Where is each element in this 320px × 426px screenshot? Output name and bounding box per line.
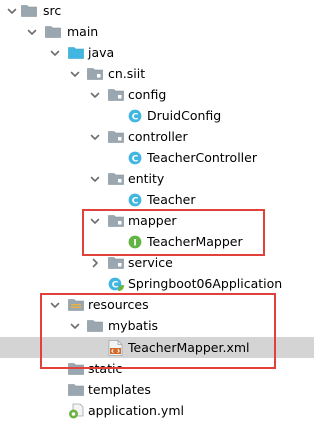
- tree-item-label: resources: [88, 297, 149, 312]
- spring-boot-class-icon: C: [107, 273, 125, 294]
- tree-item-static[interactable]: static: [0, 358, 314, 379]
- tree-item-label: java: [88, 45, 115, 60]
- tree-item-label: TeacherMapper.xml: [128, 340, 250, 355]
- tree-item-label: TeacherController: [147, 150, 257, 165]
- tree-item-label: main: [67, 24, 99, 39]
- tree-item-springboot06application[interactable]: C Springboot06Application: [0, 273, 314, 294]
- tree-item-label: Springboot06Application: [128, 276, 283, 291]
- tree-item-label: mapper: [128, 213, 177, 228]
- tree-item-controller[interactable]: controller: [0, 126, 314, 147]
- tree-item-label: static: [88, 361, 123, 376]
- folder-icon: [44, 21, 62, 42]
- package-icon: [86, 63, 104, 84]
- chevron-down-icon[interactable]: [89, 168, 101, 189]
- tree-item-label: controller: [128, 129, 188, 144]
- tree-item-teachercontroller[interactable]: C TeacherController: [0, 147, 314, 168]
- chevron-down-icon[interactable]: [49, 42, 61, 63]
- chevron-down-icon[interactable]: [89, 126, 101, 147]
- chevron-down-icon[interactable]: [49, 294, 61, 315]
- tree-item-mapper[interactable]: mapper: [0, 210, 314, 231]
- package-icon: [107, 210, 125, 231]
- chevron-right-icon[interactable]: [89, 252, 101, 273]
- tree-item-label: entity: [128, 171, 165, 186]
- svg-text:I: I: [133, 238, 136, 248]
- tree-item-src[interactable]: src: [0, 0, 314, 21]
- tree-item-label: cn.siit: [108, 66, 146, 81]
- tree-item-label: TeacherMapper: [147, 234, 243, 249]
- package-icon: [107, 168, 125, 189]
- folder-icon: [86, 315, 104, 336]
- source-folder-icon: [67, 42, 85, 63]
- tree-item-resources[interactable]: resources: [0, 294, 314, 315]
- tree-item-label: service: [128, 255, 173, 270]
- tree-item-entity[interactable]: entity: [0, 168, 314, 189]
- tree-item-label: config: [128, 87, 167, 102]
- package-icon: [107, 126, 125, 147]
- tree-item-teachermapper[interactable]: I TeacherMapper: [0, 231, 314, 252]
- class-icon: C: [126, 105, 144, 126]
- svg-text:C: C: [112, 280, 119, 290]
- tree-item-label: templates: [88, 382, 151, 397]
- tree-item-service[interactable]: service: [0, 252, 314, 273]
- chevron-down-icon[interactable]: [69, 315, 81, 336]
- package-icon: [107, 84, 125, 105]
- tree-item-label: mybatis: [108, 318, 159, 333]
- package-icon: [107, 252, 125, 273]
- chevron-down-icon[interactable]: [89, 84, 101, 105]
- tree-item-label: Teacher: [147, 192, 196, 207]
- folder-icon: [67, 379, 85, 400]
- tree-item-teachermapper-xml[interactable]: TeacherMapper.xml: [0, 337, 314, 358]
- tree-item-application-yml[interactable]: application.yml: [0, 400, 314, 421]
- interface-icon: I: [126, 231, 144, 252]
- tree-item-label: application.yml: [88, 403, 184, 418]
- folder-icon: [67, 358, 85, 379]
- tree-item-cn-siit[interactable]: cn.siit: [0, 63, 314, 84]
- svg-text:C: C: [132, 154, 139, 164]
- class-icon: C: [126, 147, 144, 168]
- yml-file-icon: [67, 400, 85, 421]
- tree-item-config[interactable]: config: [0, 84, 314, 105]
- chevron-down-icon[interactable]: [6, 0, 18, 21]
- svg-text:C: C: [132, 196, 139, 206]
- chevron-down-icon[interactable]: [89, 210, 101, 231]
- chevron-down-icon[interactable]: [69, 63, 81, 84]
- tree-item-label: src: [43, 3, 62, 18]
- tree-item-teacher[interactable]: C Teacher: [0, 189, 314, 210]
- xml-file-icon: [106, 337, 124, 358]
- tree-item-mybatis[interactable]: mybatis: [0, 315, 314, 336]
- tree-item-templates[interactable]: templates: [0, 379, 314, 400]
- svg-text:C: C: [132, 112, 139, 122]
- chevron-down-icon[interactable]: [26, 21, 38, 42]
- tree-item-druidconfig[interactable]: C DruidConfig: [0, 105, 314, 126]
- tree-item-main[interactable]: main: [0, 21, 314, 42]
- tree-item-label: DruidConfig: [147, 108, 222, 123]
- class-icon: C: [126, 189, 144, 210]
- resources-folder-icon: [67, 294, 85, 315]
- folder-icon: [20, 0, 38, 21]
- tree-item-java[interactable]: java: [0, 42, 314, 63]
